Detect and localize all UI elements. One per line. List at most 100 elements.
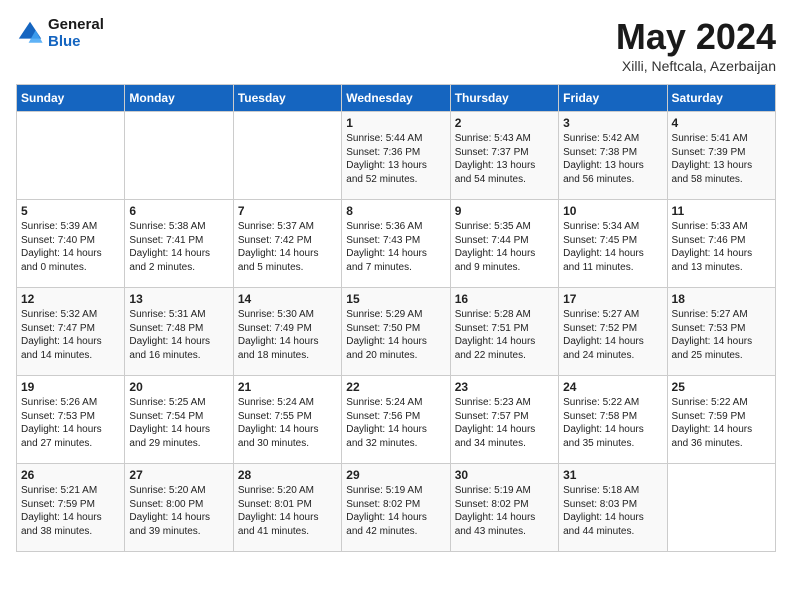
day-detail: Sunrise: 5:20 AM Sunset: 8:00 PM Dayligh… [129,484,228,538]
day-number: 13 [129,292,228,306]
calendar-cell [125,112,233,200]
location: Xilli, Neftcala, Azerbaijan [616,58,776,74]
calendar-cell [233,112,341,200]
calendar-cell: 8 Sunrise: 5:36 AM Sunset: 7:43 PM Daylig… [342,200,450,288]
day-detail: Sunrise: 5:30 AM Sunset: 7:49 PM Dayligh… [238,308,337,362]
header-tuesday: Tuesday [233,85,341,112]
day-number: 17 [563,292,662,306]
day-detail: Sunrise: 5:31 AM Sunset: 7:48 PM Dayligh… [129,308,228,362]
day-detail: Sunrise: 5:26 AM Sunset: 7:53 PM Dayligh… [21,396,120,450]
day-number: 4 [672,116,771,130]
day-number: 27 [129,468,228,482]
calendar-cell: 2Sunrise: 5:43 AM Sunset: 7:37 PM Daylig… [450,112,558,200]
calendar-cell [667,464,775,552]
calendar-cell: 14 Sunrise: 5:30 AM Sunset: 7:49 PM Dayli… [233,288,341,376]
day-number: 15 [346,292,445,306]
day-detail: Sunrise: 5:39 AM Sunset: 7:40 PM Dayligh… [21,220,120,274]
calendar-week-1: 1Sunrise: 5:44 AM Sunset: 7:36 PM Daylig… [17,112,776,200]
header-sunday: Sunday [17,85,125,112]
day-detail: Sunrise: 5:32 AM Sunset: 7:47 PM Dayligh… [21,308,120,362]
day-number: 31 [563,468,662,482]
day-detail: Sunrise: 5:37 AM Sunset: 7:42 PM Dayligh… [238,220,337,274]
header-monday: Monday [125,85,233,112]
calendar-week-2: 5 Sunrise: 5:39 AM Sunset: 7:40 PM Daylig… [17,200,776,288]
calendar-cell: 20 Sunrise: 5:25 AM Sunset: 7:54 PM Dayli… [125,376,233,464]
calendar-cell: 19Sunrise: 5:26 AM Sunset: 7:53 PM Dayli… [17,376,125,464]
day-detail: Sunrise: 5:25 AM Sunset: 7:54 PM Dayligh… [129,396,228,450]
calendar-week-5: 26 Sunrise: 5:21 AM Sunset: 7:59 PM Dayli… [17,464,776,552]
calendar-cell: 30 Sunrise: 5:19 AM Sunset: 8:02 PM Dayli… [450,464,558,552]
day-detail: Sunrise: 5:22 AM Sunset: 7:58 PM Dayligh… [563,396,662,450]
day-detail: Sunrise: 5:20 AM Sunset: 8:01 PM Dayligh… [238,484,337,538]
calendar-cell: 7 Sunrise: 5:37 AM Sunset: 7:42 PM Daylig… [233,200,341,288]
day-number: 25 [672,380,771,394]
day-detail: Sunrise: 5:19 AM Sunset: 8:02 PM Dayligh… [455,484,554,538]
calendar-table: SundayMondayTuesdayWednesdayThursdayFrid… [16,84,776,552]
day-detail: Sunrise: 5:43 AM Sunset: 7:37 PM Dayligh… [455,132,554,186]
day-detail: Sunrise: 5:21 AM Sunset: 7:59 PM Dayligh… [21,484,120,538]
day-number: 7 [238,204,337,218]
title-block: May 2024 Xilli, Neftcala, Azerbaijan [616,16,776,74]
calendar-cell: 3Sunrise: 5:42 AM Sunset: 7:38 PM Daylig… [559,112,667,200]
header-saturday: Saturday [667,85,775,112]
calendar-cell: 9 Sunrise: 5:35 AM Sunset: 7:44 PM Daylig… [450,200,558,288]
header-thursday: Thursday [450,85,558,112]
calendar-header-row: SundayMondayTuesdayWednesdayThursdayFrid… [17,85,776,112]
day-detail: Sunrise: 5:41 AM Sunset: 7:39 PM Dayligh… [672,132,771,186]
day-number: 12 [21,292,120,306]
calendar-cell: 24Sunrise: 5:22 AM Sunset: 7:58 PM Dayli… [559,376,667,464]
calendar-cell [17,112,125,200]
calendar-cell: 23 Sunrise: 5:23 AM Sunset: 7:57 PM Dayli… [450,376,558,464]
day-detail: Sunrise: 5:36 AM Sunset: 7:43 PM Dayligh… [346,220,445,274]
calendar-cell: 15 Sunrise: 5:29 AM Sunset: 7:50 PM Dayli… [342,288,450,376]
day-number: 22 [346,380,445,394]
calendar-cell: 18Sunrise: 5:27 AM Sunset: 7:53 PM Dayli… [667,288,775,376]
day-detail: Sunrise: 5:28 AM Sunset: 7:51 PM Dayligh… [455,308,554,362]
day-number: 1 [346,116,445,130]
day-number: 16 [455,292,554,306]
day-detail: Sunrise: 5:35 AM Sunset: 7:44 PM Dayligh… [455,220,554,274]
header-wednesday: Wednesday [342,85,450,112]
day-number: 8 [346,204,445,218]
calendar-week-3: 12 Sunrise: 5:32 AM Sunset: 7:47 PM Dayli… [17,288,776,376]
calendar-cell: 5 Sunrise: 5:39 AM Sunset: 7:40 PM Daylig… [17,200,125,288]
day-detail: Sunrise: 5:29 AM Sunset: 7:50 PM Dayligh… [346,308,445,362]
day-number: 9 [455,204,554,218]
day-detail: Sunrise: 5:23 AM Sunset: 7:57 PM Dayligh… [455,396,554,450]
day-detail: Sunrise: 5:24 AM Sunset: 7:55 PM Dayligh… [238,396,337,450]
day-detail: Sunrise: 5:22 AM Sunset: 7:59 PM Dayligh… [672,396,771,450]
calendar-cell: 22 Sunrise: 5:24 AM Sunset: 7:56 PM Dayli… [342,376,450,464]
calendar-week-4: 19Sunrise: 5:26 AM Sunset: 7:53 PM Dayli… [17,376,776,464]
logo-icon [16,19,44,47]
day-detail: Sunrise: 5:27 AM Sunset: 7:53 PM Dayligh… [672,308,771,362]
day-detail: Sunrise: 5:34 AM Sunset: 7:45 PM Dayligh… [563,220,662,274]
day-detail: Sunrise: 5:24 AM Sunset: 7:56 PM Dayligh… [346,396,445,450]
day-number: 6 [129,204,228,218]
day-number: 10 [563,204,662,218]
calendar-cell: 21Sunrise: 5:24 AM Sunset: 7:55 PM Dayli… [233,376,341,464]
day-detail: Sunrise: 5:27 AM Sunset: 7:52 PM Dayligh… [563,308,662,362]
day-detail: Sunrise: 5:19 AM Sunset: 8:02 PM Dayligh… [346,484,445,538]
calendar-cell: 11 Sunrise: 5:33 AM Sunset: 7:46 PM Dayli… [667,200,775,288]
day-number: 26 [21,468,120,482]
month-title: May 2024 [616,16,776,58]
day-number: 14 [238,292,337,306]
calendar-cell: 6Sunrise: 5:38 AM Sunset: 7:41 PM Daylig… [125,200,233,288]
day-number: 30 [455,468,554,482]
logo-text: General Blue [48,16,104,50]
day-number: 23 [455,380,554,394]
day-number: 5 [21,204,120,218]
calendar-cell: 31 Sunrise: 5:18 AM Sunset: 8:03 PM Dayli… [559,464,667,552]
day-detail: Sunrise: 5:33 AM Sunset: 7:46 PM Dayligh… [672,220,771,274]
day-number: 20 [129,380,228,394]
day-detail: Sunrise: 5:18 AM Sunset: 8:03 PM Dayligh… [563,484,662,538]
calendar-cell: 16 Sunrise: 5:28 AM Sunset: 7:51 PM Dayli… [450,288,558,376]
calendar-cell: 26 Sunrise: 5:21 AM Sunset: 7:59 PM Dayli… [17,464,125,552]
page-header: General Blue May 2024 Xilli, Neftcala, A… [16,16,776,74]
calendar-cell: 1Sunrise: 5:44 AM Sunset: 7:36 PM Daylig… [342,112,450,200]
logo: General Blue [16,16,104,50]
calendar-cell: 29Sunrise: 5:19 AM Sunset: 8:02 PM Dayli… [342,464,450,552]
day-number: 11 [672,204,771,218]
day-number: 3 [563,116,662,130]
calendar-cell: 13 Sunrise: 5:31 AM Sunset: 7:48 PM Dayli… [125,288,233,376]
